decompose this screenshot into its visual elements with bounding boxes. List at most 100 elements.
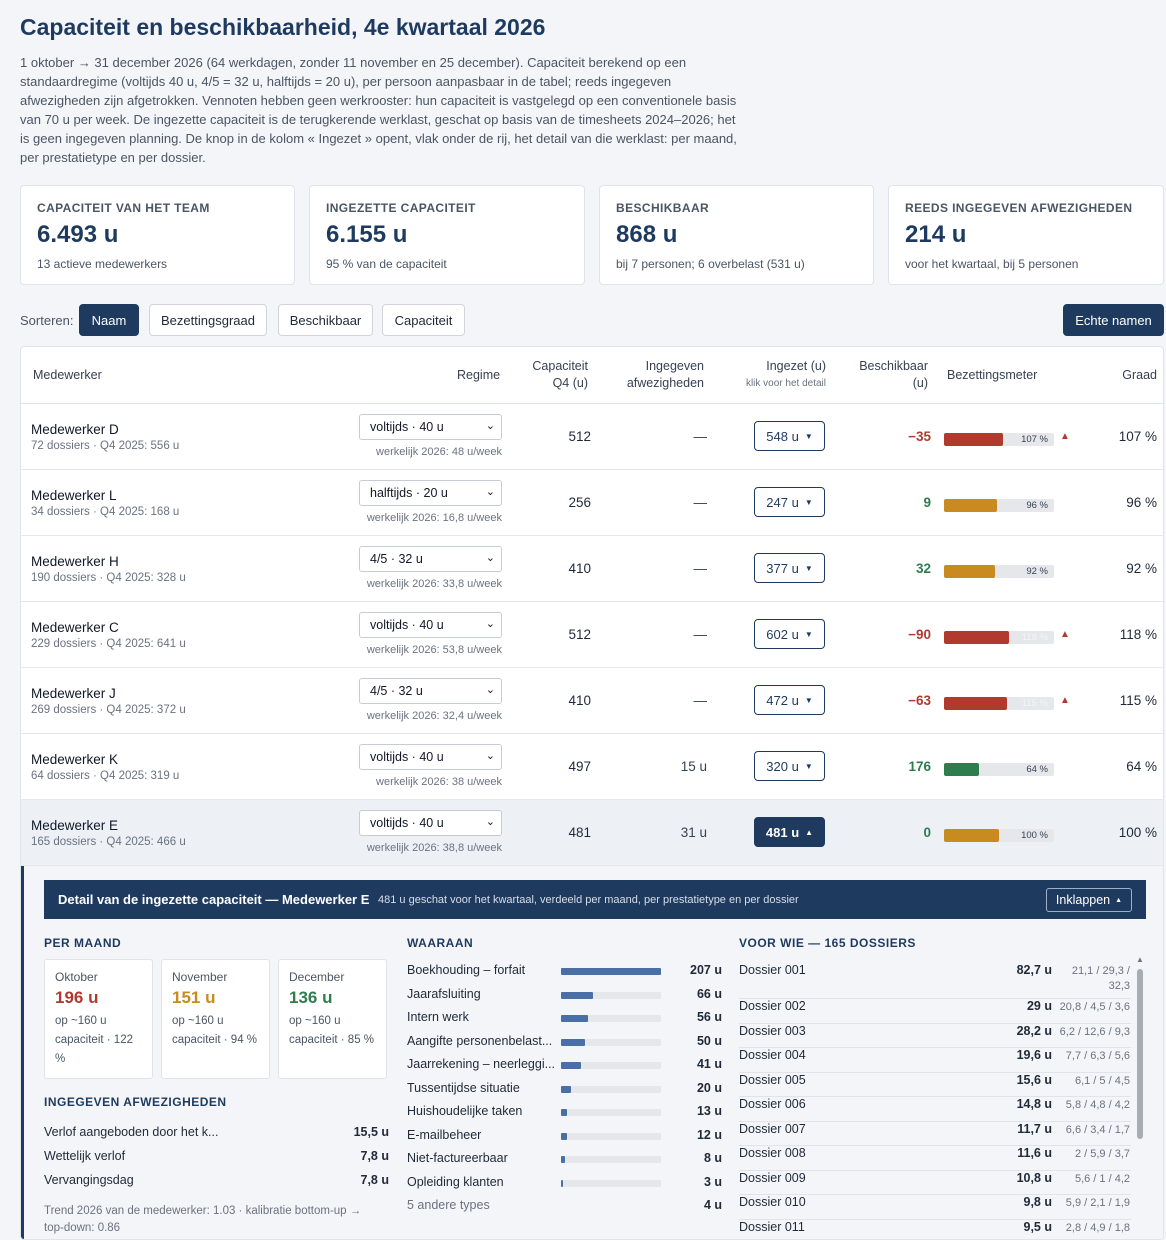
dossier-row: Dossier 009 10,8 u 5,6 / 1 / 4,2 [739, 1170, 1131, 1195]
available-value: −90 [908, 627, 931, 642]
type-value: 41 u [696, 1057, 722, 1071]
type-row: Niet-factureerbaar 8 u [407, 1151, 722, 1171]
type-row: Boekhouding – forfait 207 u [407, 963, 722, 983]
kpi-label: BESCHIKBAAR [616, 201, 710, 215]
type-bar [561, 991, 661, 999]
type-bar-fill [561, 968, 661, 975]
header-available-line1: Beschikbaar [859, 359, 928, 373]
kpi-value: 6.155 u [326, 221, 408, 248]
sort-button-occupancy[interactable]: Bezettingsgraad [149, 304, 267, 336]
intro-text: 1 oktober → 31 december 2026 (64 werkdag… [20, 55, 737, 165]
assigned-detail-button[interactable]: 377 u ▼ [754, 553, 825, 583]
chevron-up-icon: ▲ [805, 827, 814, 837]
occupancy-meter: 107 % [944, 433, 1054, 446]
type-label: Jaarafsluiting [407, 986, 481, 1001]
sort-button-name[interactable]: Naam [79, 304, 139, 336]
occupancy-meter-fill [944, 565, 995, 578]
occupancy-meter-label: 100 % [1021, 830, 1048, 841]
dossier-scrollbar[interactable]: ▲ [1136, 955, 1144, 1239]
dossiers-title: VOOR WIE — 165 DOSSIERS [739, 936, 916, 950]
sort-button-available[interactable]: Beschikbaar [278, 304, 373, 336]
occupancy-meter: 92 % [944, 565, 1054, 578]
dossier-months: 6,2 / 12,6 / 9,3 [1059, 1025, 1130, 1038]
absence-value: 15,5 u [353, 1125, 389, 1139]
real-names-button[interactable]: Echte namen [1063, 304, 1164, 336]
occupancy-grade: 64 % [1126, 759, 1157, 774]
scrollbar-thumb[interactable] [1137, 969, 1143, 1139]
regime-select[interactable]: 4/5 · 32 u ⌄ [359, 546, 502, 572]
kpi-sub: bij 7 personen; 6 overbelast (531 u) [616, 257, 805, 271]
header-assigned-label: Ingezet (u) [766, 359, 826, 373]
type-value: 3 u [703, 1174, 722, 1189]
absence-value: 7,8 u [360, 1173, 390, 1187]
regime-select[interactable]: voltijds · 40 u ⌄ [359, 414, 502, 440]
type-value: 66 u [696, 986, 722, 1001]
employee-name: Medewerker H [31, 554, 119, 569]
type-bar [561, 1156, 661, 1163]
type-label: Niet-factureerbaar [407, 1151, 508, 1165]
type-value: 207 u [690, 963, 722, 977]
dossier-name: Dossier 008 [739, 1146, 806, 1160]
chevron-down-icon: ▼ [804, 629, 813, 639]
month-capacity: capaciteit · 122 % [55, 1034, 133, 1065]
regime-select[interactable]: halftijds · 20 u ⌄ [359, 480, 502, 506]
type-row: Huishoudelijke taken 13 u [407, 1104, 722, 1124]
dossier-value: 10,8 u [1016, 1170, 1052, 1185]
header-available-line2: (u) [912, 376, 928, 390]
header-employee: Medewerker [33, 368, 102, 382]
dossier-months: 5,9 / 2,1 / 1,9 [1065, 1197, 1130, 1209]
assigned-value: 472 u [766, 692, 799, 708]
kpi-assigned-capacity: INGEZETTE CAPACITEIT 6.155 u 95 % van de… [309, 185, 585, 285]
dossier-row: Dossier 005 15,6 u 6,1 / 5 / 4,5 [739, 1073, 1131, 1097]
types-title: WAARAAN [407, 936, 474, 950]
regime-select[interactable]: 4/5 · 32 u ⌄ [359, 678, 502, 704]
occupancy-meter-fill [944, 631, 1009, 644]
assigned-detail-button[interactable]: 247 u ▼ [754, 487, 825, 517]
assigned-detail-button[interactable]: 472 u ▼ [754, 685, 825, 715]
employee-meta: 269 dossiers · Q4 2025: 372 u [31, 704, 186, 716]
type-value: 12 u [696, 1127, 722, 1142]
occupancy-meter-label: 64 % [1026, 764, 1048, 775]
regime-value: 4/5 · 32 u [370, 684, 423, 698]
assigned-detail-button[interactable]: 602 u ▼ [754, 619, 825, 649]
chevron-down-icon: ▼ [804, 563, 813, 573]
regime-select[interactable]: voltijds · 40 u ⌄ [359, 810, 502, 836]
type-bar [561, 1109, 661, 1116]
absence-label: Vervangingsdag [44, 1173, 134, 1187]
month-capacity: capaciteit · 94 % [172, 1034, 258, 1046]
capacity-value: 497 [568, 759, 591, 774]
scroll-up-icon[interactable]: ▲ [1136, 955, 1144, 964]
type-row: Jaarrekening – neerleggi... 41 u [407, 1057, 722, 1077]
month-card: November 151 u op ~160 u capaciteit · 94 % [161, 959, 270, 1079]
actual-hours-note: werkelijk 2026: 53,8 u/week [366, 644, 502, 656]
collapse-button[interactable]: Inklappen ▲ [1046, 888, 1132, 912]
table-row: Medewerker C 229 dossiers · Q4 2025: 641 … [21, 602, 1163, 668]
detail-title: Detail van de ingezette capaciteit — Med… [58, 892, 370, 907]
month-basis: op ~160 u [172, 1015, 224, 1027]
chevron-down-icon: ⌄ [485, 750, 495, 762]
dossier-row: Dossier 003 28,2 u 6,2 / 12,6 / 9,3 [739, 1024, 1131, 1048]
employee-meta: 190 dossiers · Q4 2025: 328 u [31, 572, 186, 584]
dossier-value: 11,6 u [1017, 1146, 1052, 1160]
assigned-detail-button[interactable]: 481 u ▲ [754, 817, 825, 847]
sort-button-capacity[interactable]: Capaciteit [382, 304, 465, 336]
assigned-detail-button[interactable]: 548 u ▼ [754, 421, 825, 451]
capacity-value: 410 [568, 561, 591, 576]
regime-select[interactable]: voltijds · 40 u ⌄ [359, 612, 502, 638]
type-row: E-mailbeheer 12 u [407, 1128, 722, 1148]
absence-label: Wettelijk verlof [44, 1149, 126, 1163]
assigned-detail-button[interactable]: 320 u ▼ [754, 751, 825, 781]
month-name: November [172, 970, 228, 984]
absences-value: 31 u [680, 825, 707, 840]
absences-value: — [693, 627, 708, 642]
header-assigned: Ingezet (u) klik voor het detail [721, 358, 826, 392]
sort-label: Sorteren: [20, 313, 74, 328]
regime-select[interactable]: voltijds · 40 u ⌄ [359, 744, 502, 770]
employee-meta: 64 dossiers · Q4 2025: 319 u [31, 770, 180, 782]
dossier-row: Dossier 010 9,8 u 5,9 / 2,1 / 1,9 [739, 1195, 1131, 1220]
dossier-row: Dossier 004 19,6 u 7,7 / 6,3 / 5,6 [739, 1048, 1131, 1073]
dossier-months: 20,8 / 4,5 / 3,6 [1059, 1001, 1130, 1013]
type-label: Boekhouding – forfait [407, 963, 526, 977]
available-value: −63 [908, 693, 931, 708]
type-bar-fill [561, 1085, 571, 1093]
